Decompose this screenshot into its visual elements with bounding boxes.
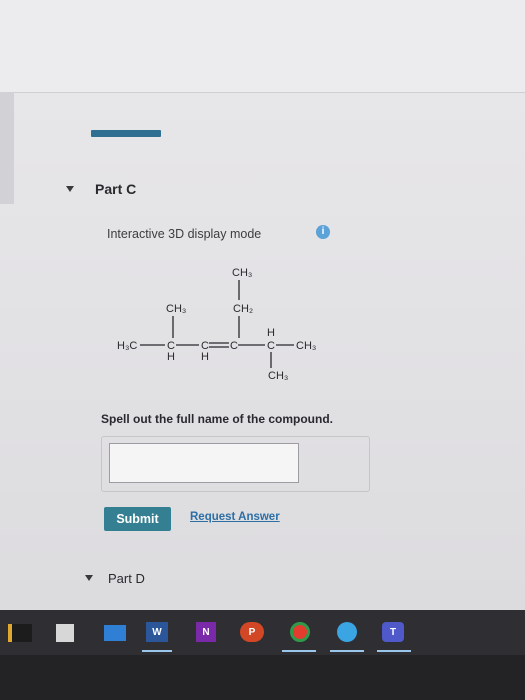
- info-icon[interactable]: i: [316, 225, 330, 239]
- chrome-icon[interactable]: [290, 622, 310, 642]
- onenote-icon[interactable]: N: [196, 622, 216, 642]
- ch3-right-label: CH₃: [296, 340, 316, 352]
- submit-button[interactable]: Submit: [104, 507, 171, 531]
- mail-icon[interactable]: [104, 625, 126, 641]
- ch3-bottom-label: CH₃: [268, 370, 288, 382]
- file-explorer-icon[interactable]: [8, 624, 32, 642]
- ch3-top-label: CH₃: [232, 267, 252, 279]
- question-prompt: Spell out the full name of the compound.: [101, 412, 333, 426]
- teams-icon[interactable]: T: [382, 622, 404, 642]
- part-c-title[interactable]: Part C: [95, 181, 136, 197]
- carbon-4-label: C: [267, 340, 275, 352]
- chrome-active-indicator: [282, 650, 316, 652]
- monitor-bezel: [0, 655, 525, 700]
- h-carbon-2-label: H: [201, 351, 209, 363]
- part-d-title[interactable]: Part D: [108, 571, 145, 586]
- request-answer-link[interactable]: Request Answer: [190, 511, 280, 523]
- h3c-label: H₃C: [117, 340, 137, 352]
- h-carbon-1-label: H: [167, 351, 175, 363]
- content-divider: [14, 92, 525, 93]
- structure-drawing: CH₃ CH₃ CH₂ H₃C C C C C H H H CH₃ CH₃: [117, 267, 316, 382]
- structural-formula: CH₃ CH₃ CH₂ H₃C C C C C H H H CH₃ CH₃: [110, 262, 340, 392]
- answer-input[interactable]: [109, 443, 299, 483]
- carbon-3-label: C: [230, 340, 238, 352]
- ch3-left-label: CH₃: [166, 303, 186, 315]
- word-active-indicator: [142, 650, 172, 652]
- collapse-caret-icon[interactable]: [66, 186, 74, 192]
- teams-active-indicator: [377, 650, 411, 652]
- progress-bar: [91, 130, 161, 137]
- display-mode-label: Interactive 3D display mode: [107, 227, 262, 241]
- top-bar: [0, 0, 525, 92]
- h-carbon-4-label: H: [267, 327, 275, 339]
- edge-icon[interactable]: [337, 622, 357, 642]
- left-panel-edge: [0, 92, 14, 204]
- edge-active-indicator: [330, 650, 364, 652]
- expand-caret-icon[interactable]: [85, 575, 93, 581]
- store-icon[interactable]: [56, 624, 74, 642]
- browser-screen: Part C Interactive 3D display mode i CH₃…: [0, 0, 525, 610]
- taskbar: W N P T: [0, 610, 525, 655]
- word-icon[interactable]: W: [146, 622, 168, 642]
- ch2-label: CH₂: [233, 303, 253, 315]
- powerpoint-icon[interactable]: P: [240, 622, 264, 642]
